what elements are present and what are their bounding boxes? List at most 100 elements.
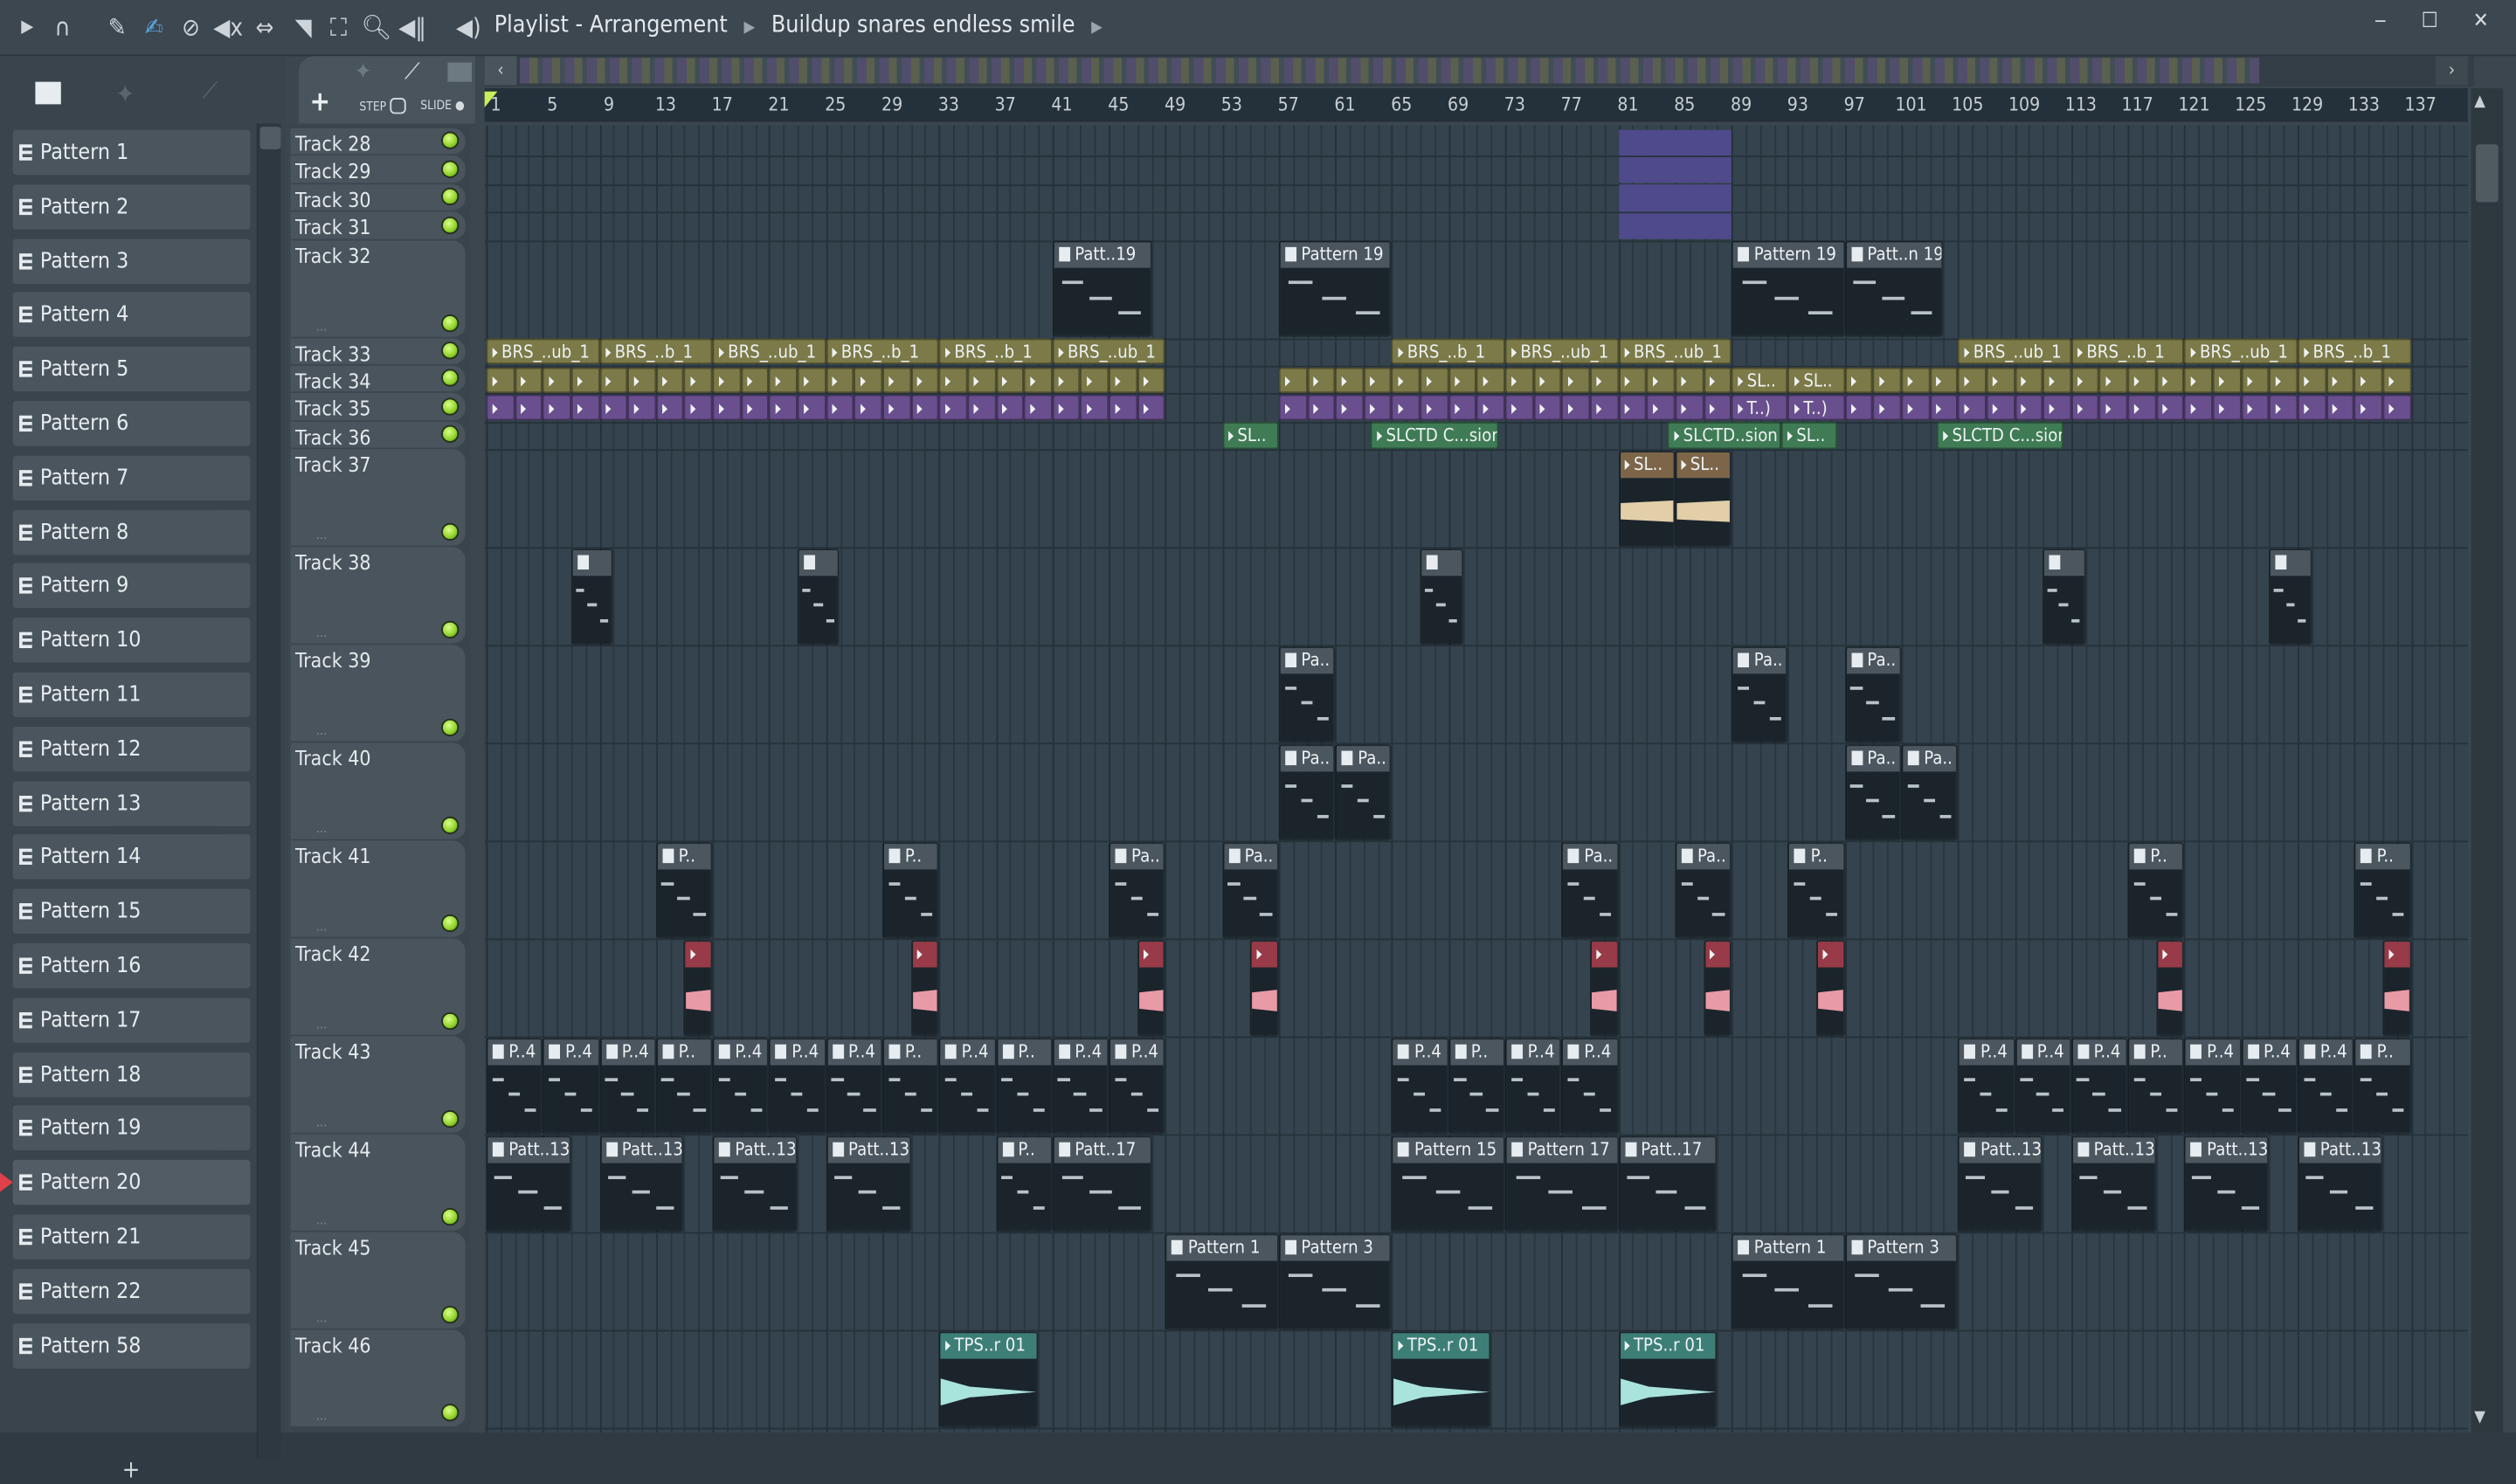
audio-clip[interactable]: ⏵ <box>1930 367 1958 393</box>
pattern-item[interactable]: Pattern 22 <box>13 1268 251 1313</box>
pattern-clip[interactable]: Pa.. <box>1731 646 1788 742</box>
track-enable-led[interactable] <box>441 160 459 177</box>
track-header[interactable]: Track 37... <box>290 450 465 548</box>
track-header[interactable]: Track 43... <box>290 1037 465 1135</box>
audio-clip[interactable]: ⏵ <box>1448 367 1476 393</box>
audio-clip[interactable]: ⏵ <box>967 395 995 421</box>
audio-clip[interactable]: ⏵ <box>1335 395 1363 421</box>
pattern-clip[interactable]: Patt..13 <box>487 1135 571 1232</box>
audio-clip[interactable]: ⏵ <box>543 367 570 393</box>
audio-clip[interactable]: ⏵ <box>1647 367 1675 393</box>
audio-clip[interactable]: ⏵ <box>2128 367 2156 393</box>
audio-clip[interactable]: ⏵BRS_..ub_1 <box>1958 339 2071 365</box>
pattern-scrollbar[interactable] <box>257 123 281 1458</box>
pattern-item[interactable]: Pattern 14 <box>13 835 251 880</box>
audio-clip[interactable]: ⏵ <box>2128 395 2156 421</box>
track-enable-led[interactable] <box>441 132 459 149</box>
audio-clip[interactable]: ⏵BRS_..b_1 <box>826 339 939 365</box>
audio-clip[interactable]: ⏵ <box>1250 940 1278 1036</box>
track-header[interactable]: Track 44... <box>290 1135 465 1232</box>
pattern-item[interactable]: Pattern 17 <box>13 997 251 1042</box>
track-header[interactable]: Track 46... <box>290 1330 465 1428</box>
audio-clip[interactable]: ⏵ <box>599 395 627 421</box>
audio-clip[interactable]: ⏵ <box>967 367 995 393</box>
slip-icon[interactable]: ⇔ <box>251 13 280 42</box>
audio-clip[interactable]: ⏵TPS..r 01 <box>1392 1331 1490 1427</box>
arrangement-name[interactable]: Buildup snares endless smile <box>771 13 1075 38</box>
audio-clip[interactable]: ⏵ <box>996 395 1024 421</box>
track-enable-led[interactable] <box>441 621 459 638</box>
scroll-left-button[interactable]: ‹ <box>485 56 517 85</box>
speaker-icon[interactable]: ◀) <box>454 13 483 42</box>
audio-clip[interactable]: ⏵ <box>1448 395 1476 421</box>
audio-clip[interactable]: ⏵BRS_..b_1 <box>599 339 713 365</box>
audio-clip[interactable]: ⏵ <box>1562 395 1590 421</box>
audio-clip[interactable]: ⏵ <box>741 367 769 393</box>
pattern-clip[interactable]: P.. <box>1788 842 1845 938</box>
audio-clip[interactable]: ⏵ <box>2043 367 2070 393</box>
pattern-clip[interactable] <box>571 549 614 645</box>
pattern-clip[interactable]: P..4 <box>487 1038 543 1134</box>
audio-clip[interactable]: ⏵ <box>1476 395 1504 421</box>
track-enable-led[interactable] <box>441 397 459 415</box>
pattern-clip[interactable]: Pattern 17 <box>1505 1135 1619 1232</box>
audio-clip[interactable]: ⏵ <box>1958 395 1986 421</box>
audio-clip[interactable]: ⏵ <box>1279 395 1307 421</box>
audio-clip[interactable]: ⏵ <box>2156 395 2184 421</box>
audio-clip[interactable]: ⏵SL.. <box>1731 367 1788 393</box>
pattern-item[interactable]: Pattern 3 <box>13 238 251 283</box>
pattern-clip[interactable]: Pa.. <box>1562 842 1619 938</box>
audio-clip[interactable]: ⏵ <box>1618 395 1646 421</box>
audio-clip[interactable]: ⏵ <box>2298 367 2326 393</box>
track-header[interactable]: Track 34 <box>290 366 465 394</box>
playback-icon[interactable]: ◀‖ <box>398 13 427 42</box>
audio-clip[interactable]: ⏵ <box>543 395 570 421</box>
pattern-clip[interactable]: P..4 <box>769 1038 826 1134</box>
audio-clip[interactable]: ⏵ <box>1364 395 1392 421</box>
audio-clip[interactable]: ⏵BRS_..b_1 <box>2071 339 2185 365</box>
audio-clip[interactable]: ⏵ <box>571 367 599 393</box>
pattern-clip[interactable]: Patt..n 19 <box>1845 241 1944 337</box>
pattern-clip[interactable]: Pattern 1 <box>1165 1233 1279 1329</box>
track-enable-led[interactable] <box>441 1208 459 1225</box>
audio-clip[interactable]: ⏵SL.. <box>1618 451 1675 547</box>
audio-clip[interactable]: ⏵ <box>2241 395 2269 421</box>
pattern-item[interactable]: Pattern 13 <box>13 781 251 825</box>
arrow-right-icon[interactable]: ▶ <box>13 13 42 42</box>
audio-clip[interactable]: ⏵ <box>2043 395 2070 421</box>
track-enable-led[interactable] <box>441 1012 459 1030</box>
pattern-clip[interactable]: P..4 <box>543 1038 599 1134</box>
audio-clip[interactable]: ⏵ <box>939 395 967 421</box>
track-enable-led[interactable] <box>441 1404 459 1421</box>
audio-clip[interactable]: ⏵ <box>1505 367 1533 393</box>
audio-clip[interactable]: ⏵BRS_..b_1 <box>939 339 1053 365</box>
pattern-clip[interactable]: Patt..19 <box>1053 241 1151 337</box>
pattern-clip[interactable]: P..4 <box>2241 1038 2298 1134</box>
track-enable-led[interactable] <box>441 188 459 205</box>
audio-clip[interactable]: ⏵ <box>1137 395 1165 421</box>
audio-clip[interactable]: ⏵ <box>1533 395 1561 421</box>
timeline-ruler[interactable]: 1591317212529333741454953576165697377818… <box>485 88 2468 122</box>
audio-clip[interactable]: ⏵ <box>1901 367 1929 393</box>
pattern-item[interactable]: Pattern 10 <box>13 618 251 662</box>
audio-clip[interactable]: ⏵ <box>571 395 599 421</box>
pattern-clip[interactable]: P..4 <box>826 1038 882 1134</box>
pattern-clip[interactable]: P.. <box>882 842 939 938</box>
audio-clip[interactable]: ⏵ <box>2156 940 2184 1036</box>
pattern-clip[interactable]: P.. <box>2128 842 2185 938</box>
audio-clip[interactable] <box>1618 213 1731 239</box>
audio-clip[interactable]: ⏵ <box>1590 395 1618 421</box>
arrangement-grid[interactable]: Patt..19Pattern 19Pattern 19Patt..n 19⏵B… <box>485 125 2468 1432</box>
track-header[interactable]: Track 32... <box>290 240 465 338</box>
automation-icon[interactable]: ⟋ <box>202 79 218 104</box>
pattern-clip[interactable] <box>2043 549 2085 645</box>
track-header[interactable]: Track 41... <box>290 841 465 939</box>
waveform-icon[interactable]: ✦ <box>115 79 135 109</box>
audio-clip[interactable]: ⏵ <box>798 395 826 421</box>
add-track-button[interactable]: + <box>309 86 330 119</box>
track-enable-led[interactable] <box>441 216 459 233</box>
pattern-clip[interactable]: Patt..13 <box>2184 1135 2269 1232</box>
window-controls[interactable]: ‒ ☐ ✕ <box>2374 10 2503 34</box>
audio-clip[interactable]: ⏵ <box>910 940 938 1036</box>
audio-clip[interactable]: ⏵T..) <box>1788 395 1845 421</box>
